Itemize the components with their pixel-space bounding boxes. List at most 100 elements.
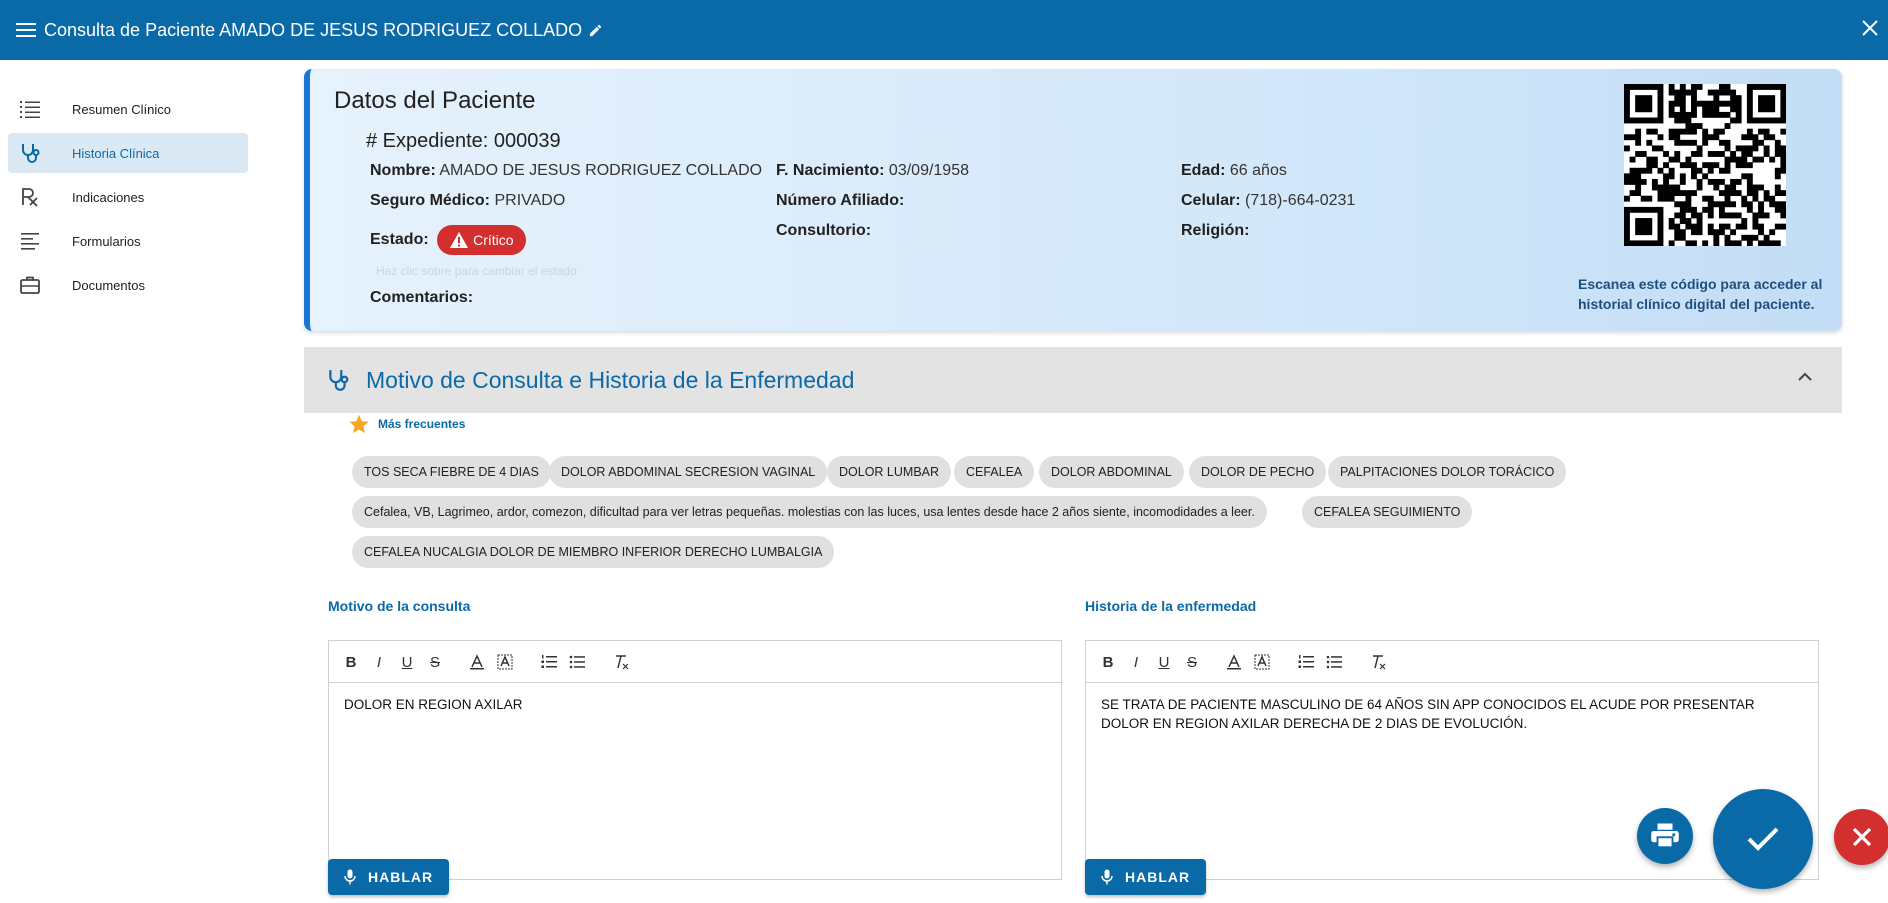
hablar-label: HABLAR [368,869,434,885]
close-icon[interactable] [1860,18,1884,42]
field-label: Estado: [370,231,429,249]
field-value: (718)-664-0231 [1245,192,1356,209]
check-icon [1747,827,1779,851]
field-label: Seguro Médico: [370,192,491,209]
briefcase-icon [18,273,42,297]
field-afiliado: Número Afiliado: [776,192,904,210]
status-text: Crítico [473,232,514,248]
field-label: Nombre: [370,162,436,179]
editor-toolbar: B I U S [1086,641,1818,683]
menu-icon[interactable] [14,18,38,42]
sidebar-item-label: Documentos [72,277,145,293]
ordered-list-icon[interactable] [539,652,559,672]
editor-toolbar: B I U S [329,641,1061,683]
underline-button[interactable]: U [397,652,417,672]
sidebar-item-historia-clinica[interactable]: Historia Clínica [8,133,248,173]
field-label: Consultorio: [776,222,872,239]
sidebar-item-indicaciones[interactable]: Indicaciones [8,177,248,217]
bold-button[interactable]: B [341,652,361,672]
field-estado: Estado: Crítico [370,225,526,255]
microphone-icon [344,869,356,885]
suggestion-chip[interactable]: CEFALEA [954,456,1035,488]
text-color-icon[interactable] [467,652,487,672]
field-edad: Edad: 66 años [1181,162,1287,180]
italic-button[interactable]: I [1126,652,1146,672]
historia-content[interactable]: SE TRATA DE PACIENTE MASCULINO DE 64 AÑO… [1086,683,1818,745]
field-seguro: Seguro Médico: PRIVADO [370,192,565,210]
field-value: 66 años [1229,162,1287,179]
field-value: PRIVADO [494,192,566,209]
sidebar-item-label: Indicaciones [72,189,145,205]
cancel-button[interactable] [1834,809,1888,865]
close-icon [1852,827,1872,847]
field-celular: Celular: (718)-664-0231 [1181,192,1355,210]
status-hint: Haz clic sobre para cambiar el estado [376,264,577,278]
field-consultorio: Consultorio: [776,222,871,240]
strikethrough-button[interactable]: S [1182,652,1202,672]
sidebar-item-documentos[interactable]: Documentos [8,265,248,305]
card-title: Datos del Paciente [334,87,536,114]
qr-code [1624,84,1787,247]
field-nacimiento: F. Nacimiento: 03/09/1958 [776,162,969,180]
bullet-list-icon[interactable] [1324,652,1344,672]
highlight-icon[interactable] [1252,652,1272,672]
sidebar-item-label: Formularios [72,233,141,249]
section-header-motivo[interactable]: Motivo de Consulta e Historia de la Enfe… [304,347,1842,413]
text-color-icon[interactable] [1224,652,1244,672]
frequent-label: Más frecuentes [378,417,466,431]
print-button[interactable] [1637,808,1693,864]
suggestion-chip[interactable]: CEFALEA NUCALGIA DOLOR DE MIEMBRO INFERI… [352,536,835,568]
save-button[interactable] [1713,789,1813,889]
field-religion: Religión: [1181,222,1249,240]
sidebar-item-label: Historia Clínica [72,145,160,161]
strikethrough-button[interactable]: S [425,652,445,672]
field-value: AMADO DE JESUS RODRIGUEZ COLLADO [439,162,763,179]
suggestion-chip[interactable]: DOLOR ABDOMINAL [1039,456,1184,488]
field-label: Número Afiliado: [776,192,905,209]
microphone-icon [1101,869,1113,885]
motivo-label: Motivo de la consulta [328,598,471,614]
chevron-up-icon[interactable] [1796,368,1814,391]
suggestion-chip[interactable]: DOLOR DE PECHO [1189,456,1327,488]
page-title-text: Consulta de Paciente AMADO DE JESUS RODR… [44,19,583,40]
clear-format-icon[interactable] [1368,652,1388,672]
hablar-label: HABLAR [1125,869,1191,885]
suggestion-chip[interactable]: DOLOR LUMBAR [827,456,952,488]
suggestion-chip[interactable]: PALPITACIONES DOLOR TORÁCICO [1328,456,1567,488]
sidebar-item-formularios[interactable]: Formularios [8,221,248,261]
suggestion-chip[interactable]: CEFALEA SEGUIMIENTO [1302,496,1473,528]
stethoscope-icon [18,141,42,165]
hablar-button-historia[interactable]: HABLAR [1085,859,1207,895]
suggestion-chip[interactable]: DOLOR ABDOMINAL SECRESION VAGINAL [549,456,828,488]
stethoscope-icon [326,368,350,392]
section-title: Motivo de Consulta e Historia de la Enfe… [366,366,855,393]
field-comentarios: Comentarios: [370,289,473,307]
suggestion-chip[interactable]: TOS SECA FIEBRE DE 4 DIAS [352,456,551,488]
bold-button[interactable]: B [1098,652,1118,672]
sidebar-item-label: Resumen Clínico [72,101,171,117]
status-badge[interactable]: Crítico [437,225,526,255]
sidebar-item-resumen-clinico[interactable]: Resumen Clínico [8,89,248,129]
pencil-icon[interactable] [588,23,603,38]
star-icon [349,414,369,434]
underline-button[interactable]: U [1154,652,1174,672]
italic-button[interactable]: I [369,652,389,672]
frequent-header: Más frecuentes [348,413,465,435]
field-label: Comentarios: [370,289,474,306]
field-label: F. Nacimiento: [776,162,885,179]
historia-editor: B I U S SE TRATA DE PACIENTE MASCULINO D… [1085,640,1819,880]
field-label: Edad: [1181,162,1226,179]
hablar-button-motivo[interactable]: HABLAR [328,859,450,895]
motivo-content[interactable]: DOLOR EN REGION AXILAR [329,683,1061,726]
suggestion-chip[interactable]: Cefalea, VB, Lagrimeo, ardor, comezon, d… [352,496,1267,528]
qr-caption: Escanea este código para acceder al hist… [1578,276,1823,312]
highlight-icon[interactable] [495,652,515,672]
list-icon [18,97,42,121]
ordered-list-icon[interactable] [1296,652,1316,672]
bullet-list-icon[interactable] [567,652,587,672]
field-label: Celular: [1181,192,1241,209]
field-label: Religión: [1181,222,1250,239]
prescription-icon [18,185,42,209]
clear-format-icon[interactable] [611,652,631,672]
patient-card: Datos del Paciente # Expediente: 000039 … [304,69,1842,331]
